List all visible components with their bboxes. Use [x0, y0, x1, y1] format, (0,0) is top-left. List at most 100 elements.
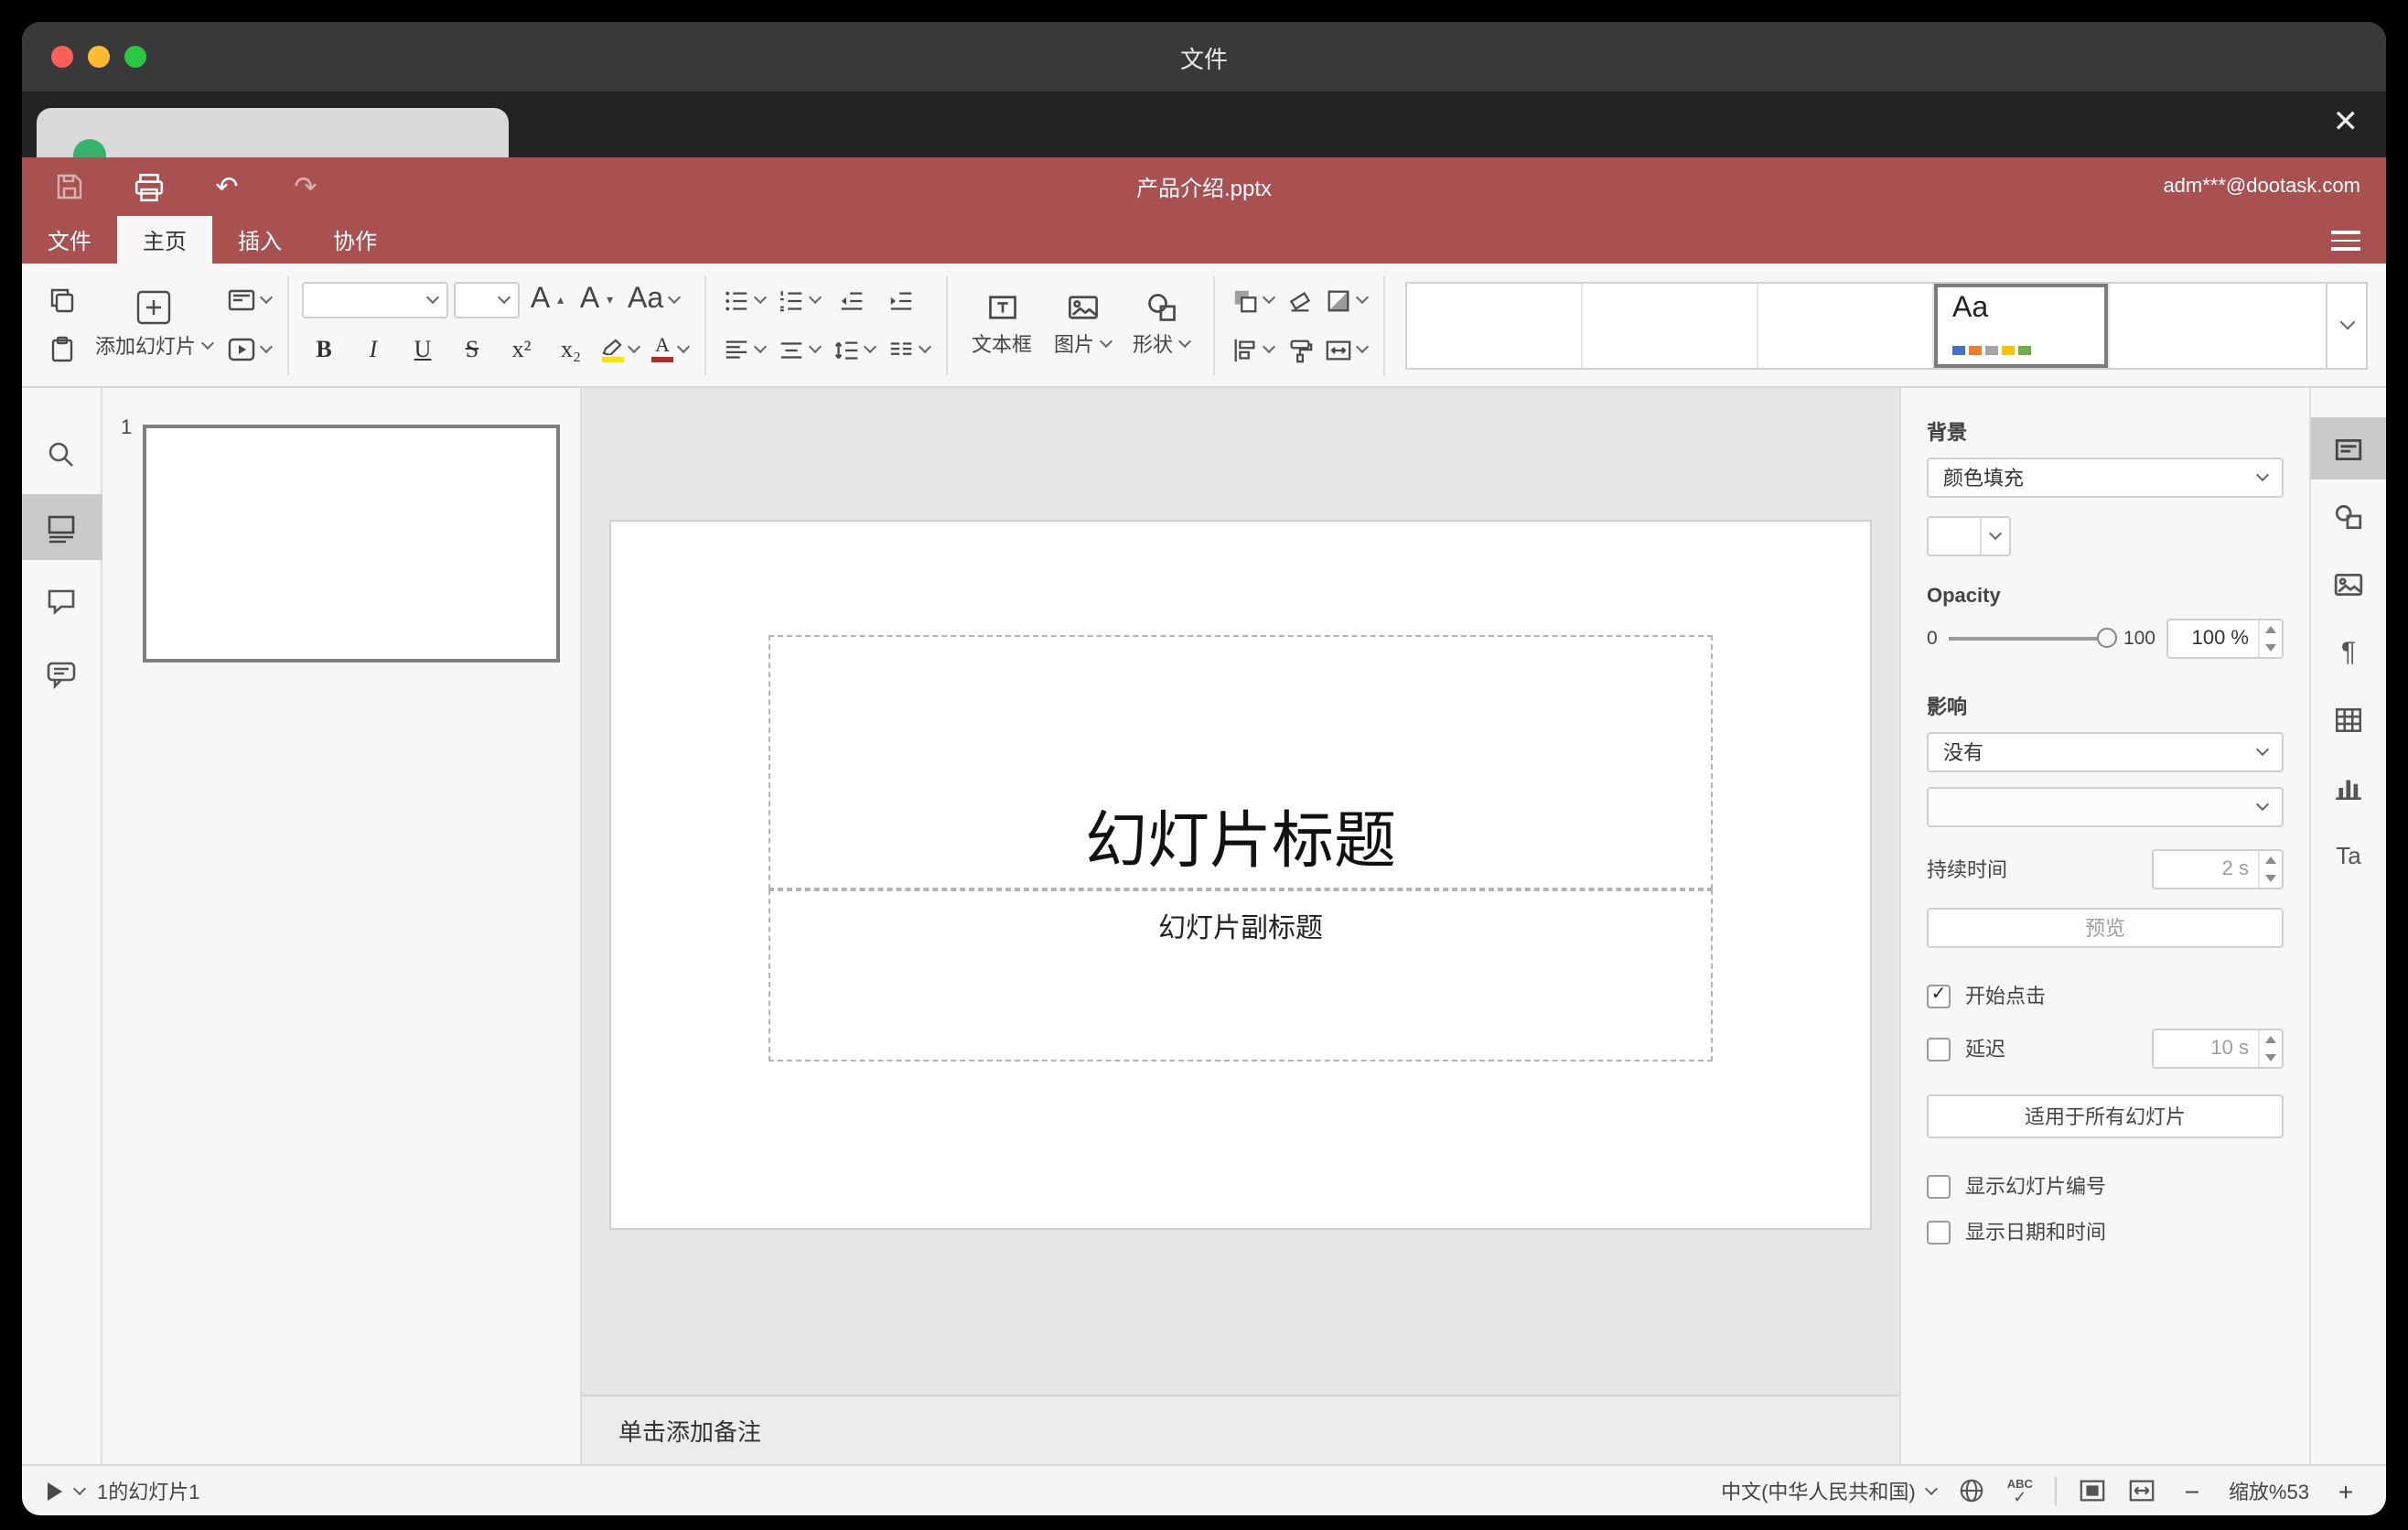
highlight-color-button[interactable]	[598, 328, 642, 372]
bold-button[interactable]: B	[302, 328, 346, 372]
show-date-time-checkbox[interactable]	[1927, 1220, 1951, 1244]
close-preview-icon[interactable]: ✕	[2333, 104, 2360, 141]
delay-checkbox[interactable]	[1927, 1037, 1951, 1061]
background-fill-select[interactable]: 颜色填充	[1927, 458, 2284, 498]
decrease-font-size-button[interactable]: A ▾	[575, 278, 618, 322]
tab-insert[interactable]: 插入	[212, 216, 307, 264]
theme-tile[interactable]	[1583, 283, 1758, 367]
font-name-combo[interactable]	[302, 282, 448, 318]
close-window-button[interactable]	[51, 46, 73, 68]
zoom-in-button[interactable]: +	[2331, 1476, 2360, 1505]
opacity-slider-handle[interactable]	[2097, 628, 2118, 648]
language-select[interactable]: 中文(中华人民共和国)	[1721, 1476, 1938, 1505]
chat-icon[interactable]	[22, 641, 102, 706]
start-slideshow-button[interactable]	[223, 328, 274, 372]
theme-tile[interactable]	[2110, 283, 2326, 367]
preview-button[interactable]: 预览	[1927, 908, 2284, 948]
tab-file[interactable]: 文件	[22, 216, 117, 264]
show-slide-number-checkbox[interactable]	[1927, 1174, 1951, 1198]
theme-colors-button[interactable]	[1321, 278, 1371, 322]
menu-icon[interactable]	[2331, 231, 2360, 251]
table-settings-icon[interactable]	[2310, 688, 2386, 750]
search-icon[interactable]	[22, 421, 102, 487]
document-language-icon[interactable]	[1958, 1477, 1985, 1504]
spellcheck-icon[interactable]: ABC	[2007, 1479, 2033, 1502]
vertical-align-button[interactable]	[774, 328, 823, 372]
zoom-out-button[interactable]: −	[2177, 1476, 2207, 1505]
superscript-button[interactable]: x²	[500, 328, 543, 372]
line-spacing-button[interactable]	[829, 328, 878, 372]
opacity-slider[interactable]	[1948, 628, 2118, 648]
shape-settings-icon[interactable]	[2310, 485, 2386, 547]
increase-font-size-button[interactable]: A ▴	[525, 278, 569, 322]
print-button[interactable]	[130, 168, 167, 205]
theme-tile[interactable]	[1407, 283, 1583, 367]
add-slide-button[interactable]: 添加幻灯片	[84, 274, 223, 376]
underline-button[interactable]: U	[401, 328, 445, 372]
delay-spinner[interactable]: 10 s	[2152, 1029, 2284, 1069]
clear-style-button[interactable]	[1277, 278, 1321, 322]
effect-select[interactable]: 没有	[1927, 732, 2284, 772]
duration-up-arrow[interactable]	[2260, 851, 2282, 869]
theme-gallery-expand-button[interactable]	[2327, 281, 2368, 369]
save-button[interactable]	[51, 168, 88, 205]
change-case-button[interactable]: Aa	[624, 278, 682, 322]
strikethrough-button[interactable]: S	[450, 328, 494, 372]
subtitle-placeholder[interactable]: 幻灯片副标题	[769, 889, 1713, 1062]
copy-button[interactable]	[40, 278, 84, 322]
insert-shape-button[interactable]: 形状	[1122, 274, 1200, 376]
opacity-down-arrow[interactable]	[2260, 639, 2282, 657]
paste-button[interactable]	[40, 328, 84, 372]
insert-textbox-button[interactable]: 文本框	[961, 274, 1043, 376]
zoom-window-button[interactable]	[124, 46, 146, 68]
columns-button[interactable]	[884, 328, 933, 372]
italic-button[interactable]: I	[351, 328, 395, 372]
duration-down-arrow[interactable]	[2260, 869, 2282, 888]
start-slideshow-status-icon[interactable]	[48, 1482, 62, 1500]
slideshow-options-chevron[interactable]	[72, 1481, 87, 1495]
increase-indent-button[interactable]	[878, 278, 922, 322]
arrange-shapes-button[interactable]	[1228, 278, 1277, 322]
font-size-combo[interactable]	[454, 282, 520, 318]
numbered-list-button[interactable]	[774, 278, 823, 322]
insert-image-button[interactable]: 图片	[1043, 274, 1122, 376]
tab-home[interactable]: 主页	[117, 216, 213, 264]
slide-canvas[interactable]: 幻灯片标题 幻灯片副标题	[609, 520, 1872, 1230]
slide-settings-icon[interactable]	[2310, 417, 2386, 479]
decrease-indent-button[interactable]	[829, 278, 873, 322]
fit-width-icon[interactable]	[2128, 1477, 2155, 1504]
image-settings-icon[interactable]	[2310, 553, 2386, 615]
delay-down-arrow[interactable]	[2260, 1049, 2282, 1067]
theme-tile-selected[interactable]: Aa	[1934, 283, 2110, 367]
opacity-up-arrow[interactable]	[2260, 620, 2282, 639]
theme-tile[interactable]	[1758, 283, 1934, 367]
effect-type-select[interactable]	[1927, 787, 2284, 827]
delay-up-arrow[interactable]	[2260, 1030, 2282, 1049]
slide-layout-button[interactable]	[223, 278, 274, 322]
subscript-button[interactable]: x₂	[549, 328, 593, 372]
start-on-click-checkbox[interactable]: ✓	[1927, 984, 1951, 1007]
font-color-button[interactable]: A	[648, 328, 692, 372]
redo-button[interactable]: ↷	[287, 168, 324, 205]
duration-spinner[interactable]: 2 s	[2152, 849, 2284, 889]
fit-slide-icon[interactable]	[2079, 1477, 2106, 1504]
align-shapes-button[interactable]	[1228, 328, 1277, 372]
title-placeholder[interactable]: 幻灯片标题	[769, 634, 1713, 889]
comments-icon[interactable]	[22, 567, 102, 633]
paragraph-settings-icon[interactable]: ¶	[2310, 620, 2386, 683]
slides-panel-icon[interactable]	[22, 494, 102, 560]
tab-collaborate[interactable]: 协作	[307, 216, 403, 264]
chart-settings-icon[interactable]	[2310, 756, 2386, 818]
opacity-spinner[interactable]: 100 %	[2166, 619, 2284, 659]
slide-thumbnail[interactable]	[143, 425, 560, 663]
undo-button[interactable]: ↶	[209, 168, 245, 205]
text-art-settings-icon[interactable]: Ta	[2310, 824, 2386, 886]
bullet-list-button[interactable]	[719, 278, 769, 322]
horizontal-align-button[interactable]	[719, 328, 769, 372]
copy-style-button[interactable]	[1277, 328, 1321, 372]
slide-size-button[interactable]	[1321, 328, 1371, 372]
apply-to-all-slides-button[interactable]: 适用于所有幻灯片	[1927, 1094, 2284, 1138]
notes-area[interactable]: 单击添加备注	[582, 1395, 1899, 1464]
minimize-window-button[interactable]	[88, 46, 110, 68]
fill-color-select[interactable]	[1927, 516, 2011, 556]
